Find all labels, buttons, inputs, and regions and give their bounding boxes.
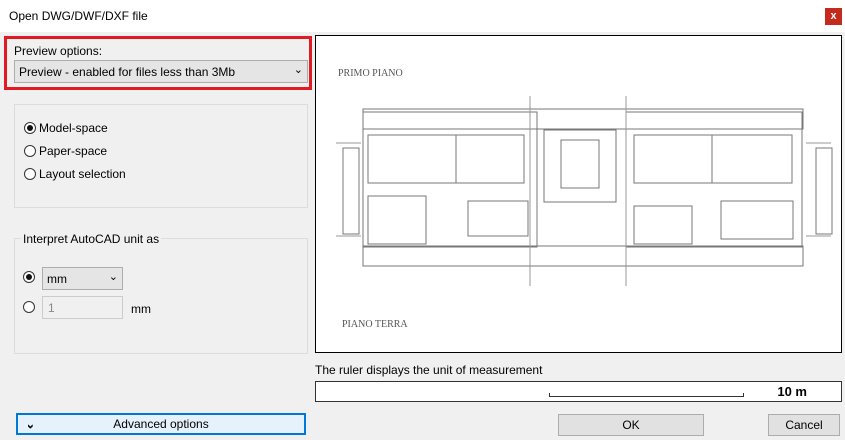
radio-button-icon: [24, 168, 36, 180]
radio-button-icon: [23, 271, 35, 283]
ok-button[interactable]: OK: [558, 414, 704, 436]
close-icon[interactable]: x: [825, 8, 842, 25]
drawing-label-first-floor: PRIMO PIANO: [338, 68, 403, 79]
preview-options-label: Preview options:: [14, 44, 103, 58]
radio-model-space[interactable]: Model-space: [24, 121, 108, 135]
preview-options-value: Preview - enabled for files less than 3M…: [19, 65, 236, 79]
title-bar: Open DWG/DWF/DXF file x: [0, 0, 845, 32]
custom-unit-value: 1: [48, 301, 55, 315]
radio-button-icon: [24, 145, 36, 157]
ruler: 10 m: [315, 381, 842, 402]
radio-label: Layout selection: [39, 167, 126, 181]
preview-options-dropdown[interactable]: Preview - enabled for files less than 3M…: [14, 60, 308, 83]
radio-unit-dropdown[interactable]: [23, 271, 35, 283]
chevron-down-icon: ⌄: [293, 64, 303, 76]
radio-unit-custom[interactable]: [23, 301, 35, 313]
ruler-note: The ruler displays the unit of measureme…: [315, 363, 543, 377]
chevron-down-icon: ⌄: [108, 271, 118, 283]
drawing-label-ground-floor: PIANO TERRA: [342, 319, 408, 330]
ruler-value: 10 m: [777, 384, 807, 399]
drawing-preview: PRIMO PIANO PIANO TERRA: [315, 35, 842, 353]
ruler-scale-bar: [549, 393, 744, 397]
radio-layout-selection[interactable]: Layout selection: [24, 167, 126, 181]
radio-button-icon: [23, 301, 35, 313]
advanced-options-label: Advanced options: [113, 417, 209, 431]
cancel-button[interactable]: Cancel: [768, 414, 840, 436]
unit-dropdown-value: mm: [47, 272, 67, 286]
unit-dropdown[interactable]: mm ⌄: [42, 267, 123, 290]
double-chevron-down-icon: ››: [24, 424, 38, 426]
radio-paper-space[interactable]: Paper-space: [24, 144, 107, 158]
radio-label: Paper-space: [39, 144, 108, 158]
custom-unit-label: mm: [131, 302, 151, 316]
radio-label: Model-space: [39, 121, 108, 135]
radio-button-icon: [24, 122, 36, 134]
window-title: Open DWG/DWF/DXF file: [9, 9, 148, 23]
unit-group-label: Interpret AutoCAD unit as: [21, 232, 162, 246]
advanced-options-button[interactable]: ›› Advanced options: [16, 413, 306, 435]
custom-unit-input[interactable]: 1: [42, 296, 123, 319]
floor-plan-drawing: PRIMO PIANO PIANO TERRA: [336, 68, 833, 330]
